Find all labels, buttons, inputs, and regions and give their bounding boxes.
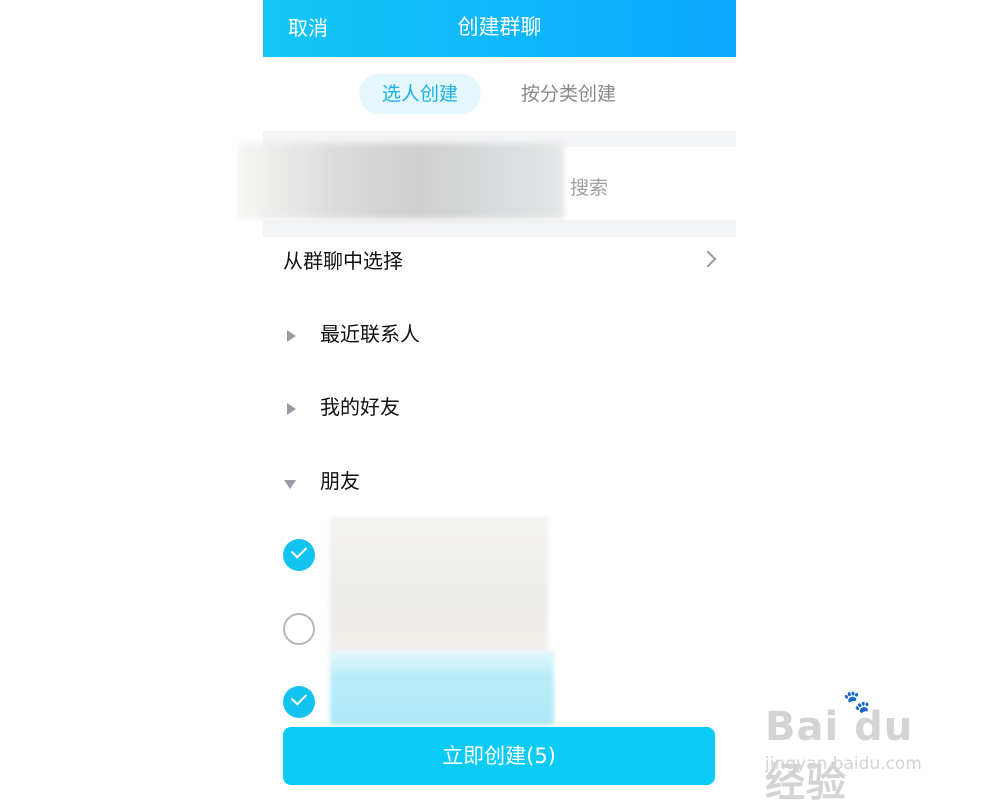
chevron-right-icon bbox=[699, 250, 717, 268]
create-group-screen: 取消 创建群聊 选人创建 按分类创建 搜索 从群聊中选择 最近联系人 我的好友 … bbox=[263, 0, 736, 800]
section-my-friends[interactable]: 我的好友 bbox=[263, 377, 736, 437]
member-info-blurred bbox=[330, 650, 554, 725]
member-info-blurred bbox=[330, 517, 548, 657]
tab-bar: 选人创建 按分类创建 bbox=[263, 57, 736, 131]
watermark-brand: Bai du 经验 bbox=[765, 704, 914, 806]
section-label: 最近联系人 bbox=[320, 322, 420, 346]
section-label: 朋友 bbox=[320, 469, 360, 493]
member-checkbox-checked[interactable] bbox=[283, 539, 315, 571]
section-friends[interactable]: 朋友 bbox=[263, 451, 736, 511]
section-recent-contacts[interactable]: 最近联系人 bbox=[263, 304, 736, 364]
section-label: 我的好友 bbox=[320, 395, 400, 419]
search-placeholder: 搜索 bbox=[570, 177, 609, 199]
collapsed-arrow-icon bbox=[287, 403, 296, 415]
from-group-chat-label: 从群聊中选择 bbox=[283, 249, 403, 273]
header-bar: 取消 创建群聊 bbox=[263, 0, 736, 57]
member-checkbox-checked[interactable] bbox=[283, 686, 315, 718]
from-group-chat-item[interactable]: 从群聊中选择 bbox=[263, 231, 736, 291]
tab-by-category[interactable]: 按分类创建 bbox=[521, 74, 616, 114]
tab-select-people[interactable]: 选人创建 bbox=[359, 74, 481, 114]
watermark-url: jingyan.baidu.com bbox=[765, 754, 922, 774]
baidu-watermark: Bai du 经验 🐾 jingyan.baidu.com bbox=[765, 690, 965, 806]
collapsed-arrow-icon bbox=[287, 330, 296, 342]
create-now-button[interactable]: 立即创建(5) bbox=[283, 727, 715, 785]
page-title: 创建群聊 bbox=[457, 15, 542, 39]
selected-avatars-blurred bbox=[238, 143, 564, 219]
paw-icon: 🐾 bbox=[843, 690, 871, 715]
member-checkbox-unchecked[interactable] bbox=[283, 613, 315, 645]
expanded-arrow-icon bbox=[284, 480, 296, 489]
